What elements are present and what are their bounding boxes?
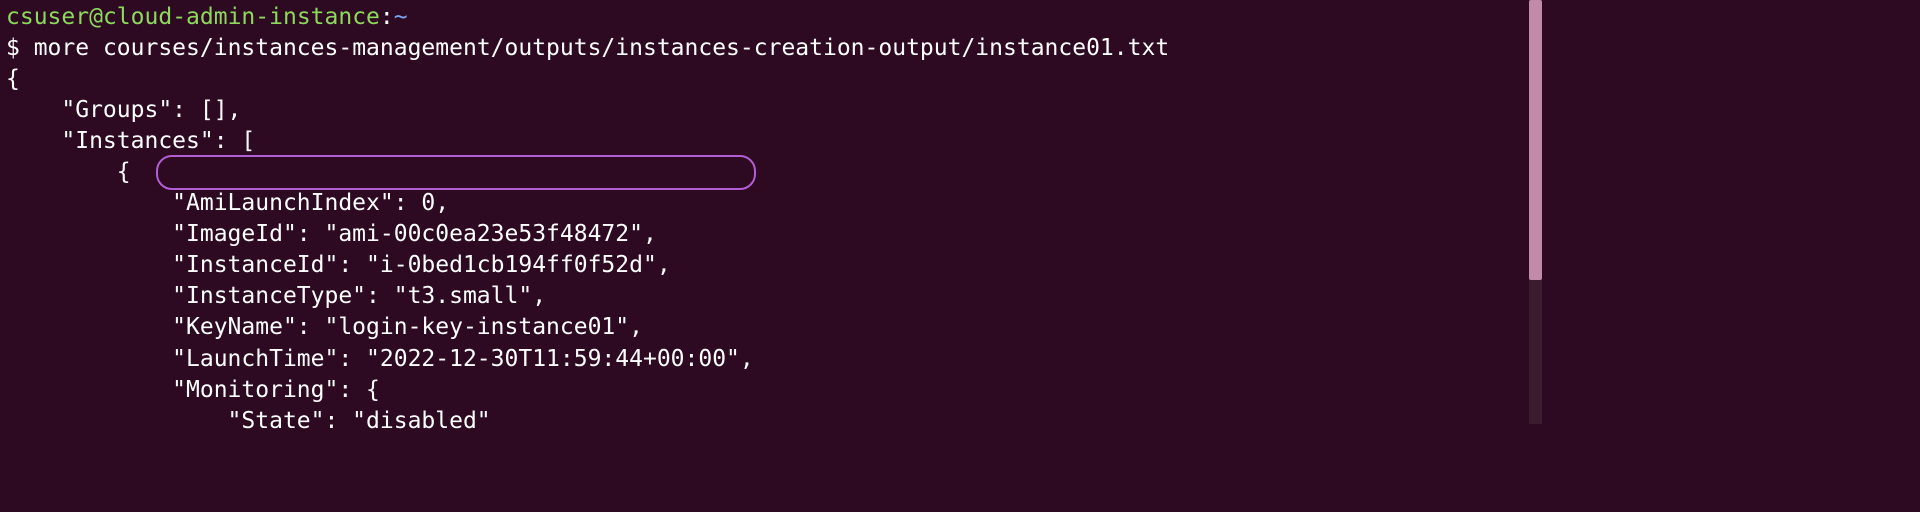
output-line-3: "Instances": [ [6, 126, 1536, 157]
prompt-cwd: ~ [394, 4, 408, 30]
output-line-11: "Monitoring": { [6, 375, 1536, 406]
output-line-9: "KeyName": "login-key-instance01", [6, 312, 1536, 343]
prompt-at: @ [89, 4, 103, 30]
output-line-4: { [6, 157, 1536, 188]
shell-prompt: csuser@cloud-admin-instance:~ [6, 2, 1536, 33]
prompt-user: csuser [6, 4, 89, 30]
output-line-6: "ImageId": "ami-00c0ea23e53f48472", [6, 219, 1536, 250]
output-line-10: "LaunchTime": "2022-12-30T11:59:44+00:00… [6, 344, 1536, 375]
command-text: more courses/instances-management/output… [34, 35, 1169, 61]
output-line-8: "InstanceType": "t3.small", [6, 281, 1536, 312]
prompt-dollar: $ [6, 35, 34, 61]
terminal-window: csuser@cloud-admin-instance:~ $ more cou… [0, 0, 1542, 439]
output-line-1: { [6, 64, 1536, 95]
output-line-7: "InstanceId": "i-0bed1cb194ff0f52d", [6, 250, 1536, 281]
prompt-colon: : [380, 4, 394, 30]
prompt-host: cloud-admin-instance [103, 4, 380, 30]
output-line-5: "AmiLaunchIndex": 0, [6, 188, 1536, 219]
command-line[interactable]: $ more courses/instances-management/outp… [6, 33, 1536, 64]
output-line-12: "State": "disabled" [6, 406, 1536, 437]
output-line-2: "Groups": [], [6, 95, 1536, 126]
scrollbar-thumb[interactable] [1529, 0, 1542, 280]
vertical-scrollbar[interactable] [1529, 0, 1542, 424]
